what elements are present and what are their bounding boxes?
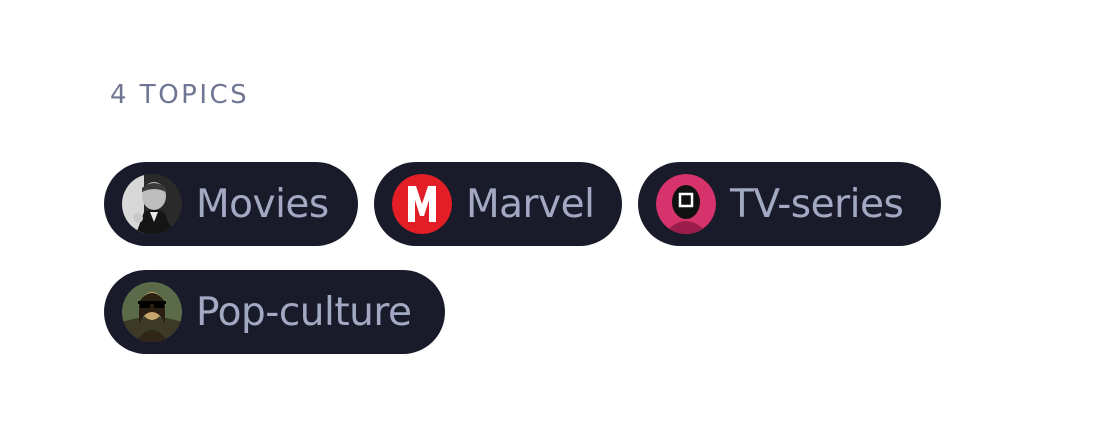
- topic-chip-label: TV-series: [730, 181, 904, 227]
- topic-chip-pop-culture[interactable]: Pop-culture: [104, 270, 445, 354]
- topic-chip-movies[interactable]: Movies: [104, 162, 358, 246]
- topic-chip-tv-series[interactable]: TV-series: [638, 162, 941, 246]
- godfather-avatar-icon: [122, 174, 182, 234]
- topic-chip-label: Movies: [196, 181, 329, 227]
- topic-chip-marvel[interactable]: Marvel: [374, 162, 622, 246]
- mona-lisa-sunglasses-icon: [122, 282, 182, 342]
- marvel-logo-icon: [392, 174, 452, 234]
- topic-chip-label: Pop-culture: [196, 289, 412, 335]
- topic-chip-label: Marvel: [466, 181, 595, 227]
- topics-count-heading: 4 TOPICS: [110, 80, 250, 110]
- squid-game-guard-icon: [656, 174, 716, 234]
